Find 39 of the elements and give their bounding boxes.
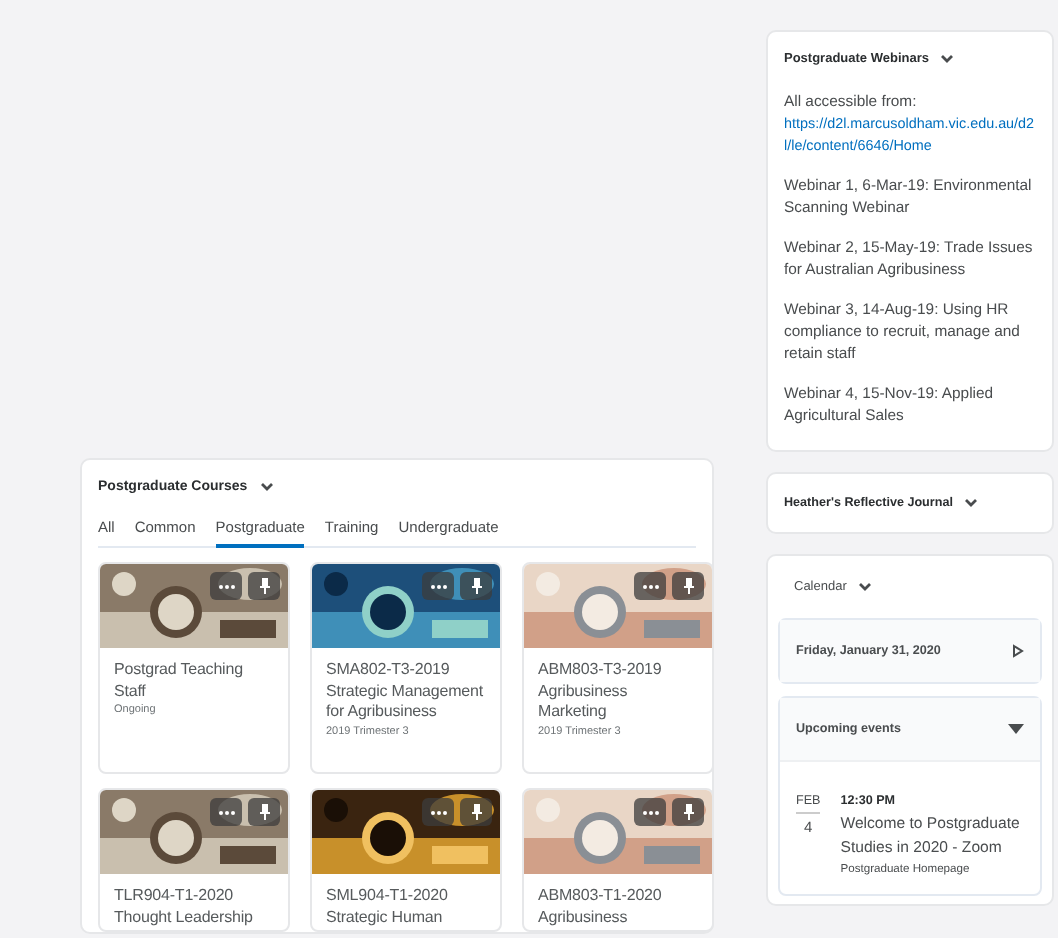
pin-icon	[683, 804, 693, 820]
chevron-down-icon[interactable]	[858, 582, 873, 592]
more-icon	[429, 583, 447, 589]
pin-button[interactable]	[248, 572, 280, 600]
course-card[interactable]: ABM803-T1-2020 Agribusiness	[522, 788, 714, 932]
chevron-down-icon[interactable]	[259, 482, 274, 492]
pin-button[interactable]	[672, 798, 704, 826]
pin-icon	[259, 804, 269, 820]
pin-button[interactable]	[672, 572, 704, 600]
more-icon	[641, 809, 659, 815]
more-button[interactable]	[634, 572, 666, 600]
pin-button[interactable]	[460, 572, 492, 600]
more-icon	[429, 809, 447, 815]
course-title: Postgrad Teaching Staff	[114, 660, 245, 702]
chevron-down-icon[interactable]	[964, 498, 979, 508]
pin-button[interactable]	[460, 798, 492, 826]
course-title: TLR904-T1-2020 Thought Leadership	[114, 886, 255, 928]
course-card[interactable]: SML904-T1-2020 Strategic Human	[310, 788, 502, 932]
course-title: ABM803-T1-2020 Agribusiness	[538, 886, 664, 928]
more-button[interactable]	[210, 572, 242, 600]
pin-icon	[471, 804, 481, 820]
more-button[interactable]	[422, 572, 454, 600]
caret-down-icon[interactable]	[1008, 724, 1024, 734]
course-card[interactable]: TLR904-T1-2020 Thought Leadership	[98, 788, 290, 932]
more-icon	[217, 583, 235, 589]
more-icon	[217, 809, 235, 815]
course-title: SMA802-T3-2019 Strategic Management for Agribusiness	[326, 660, 485, 723]
pin-icon	[259, 578, 269, 594]
more-icon	[641, 583, 659, 589]
chevron-down-icon[interactable]	[940, 54, 955, 64]
pin-button[interactable]	[248, 798, 280, 826]
more-button[interactable]	[634, 798, 666, 826]
more-button[interactable]	[422, 798, 454, 826]
play-icon[interactable]	[1012, 644, 1024, 658]
course-title: ABM803-T3-2019 Agribusiness Marketing	[538, 660, 664, 723]
pin-icon	[471, 578, 481, 594]
more-button[interactable]	[210, 798, 242, 826]
course-title: SML904-T1-2020 Strategic Human	[326, 886, 450, 928]
pin-icon	[683, 578, 693, 594]
